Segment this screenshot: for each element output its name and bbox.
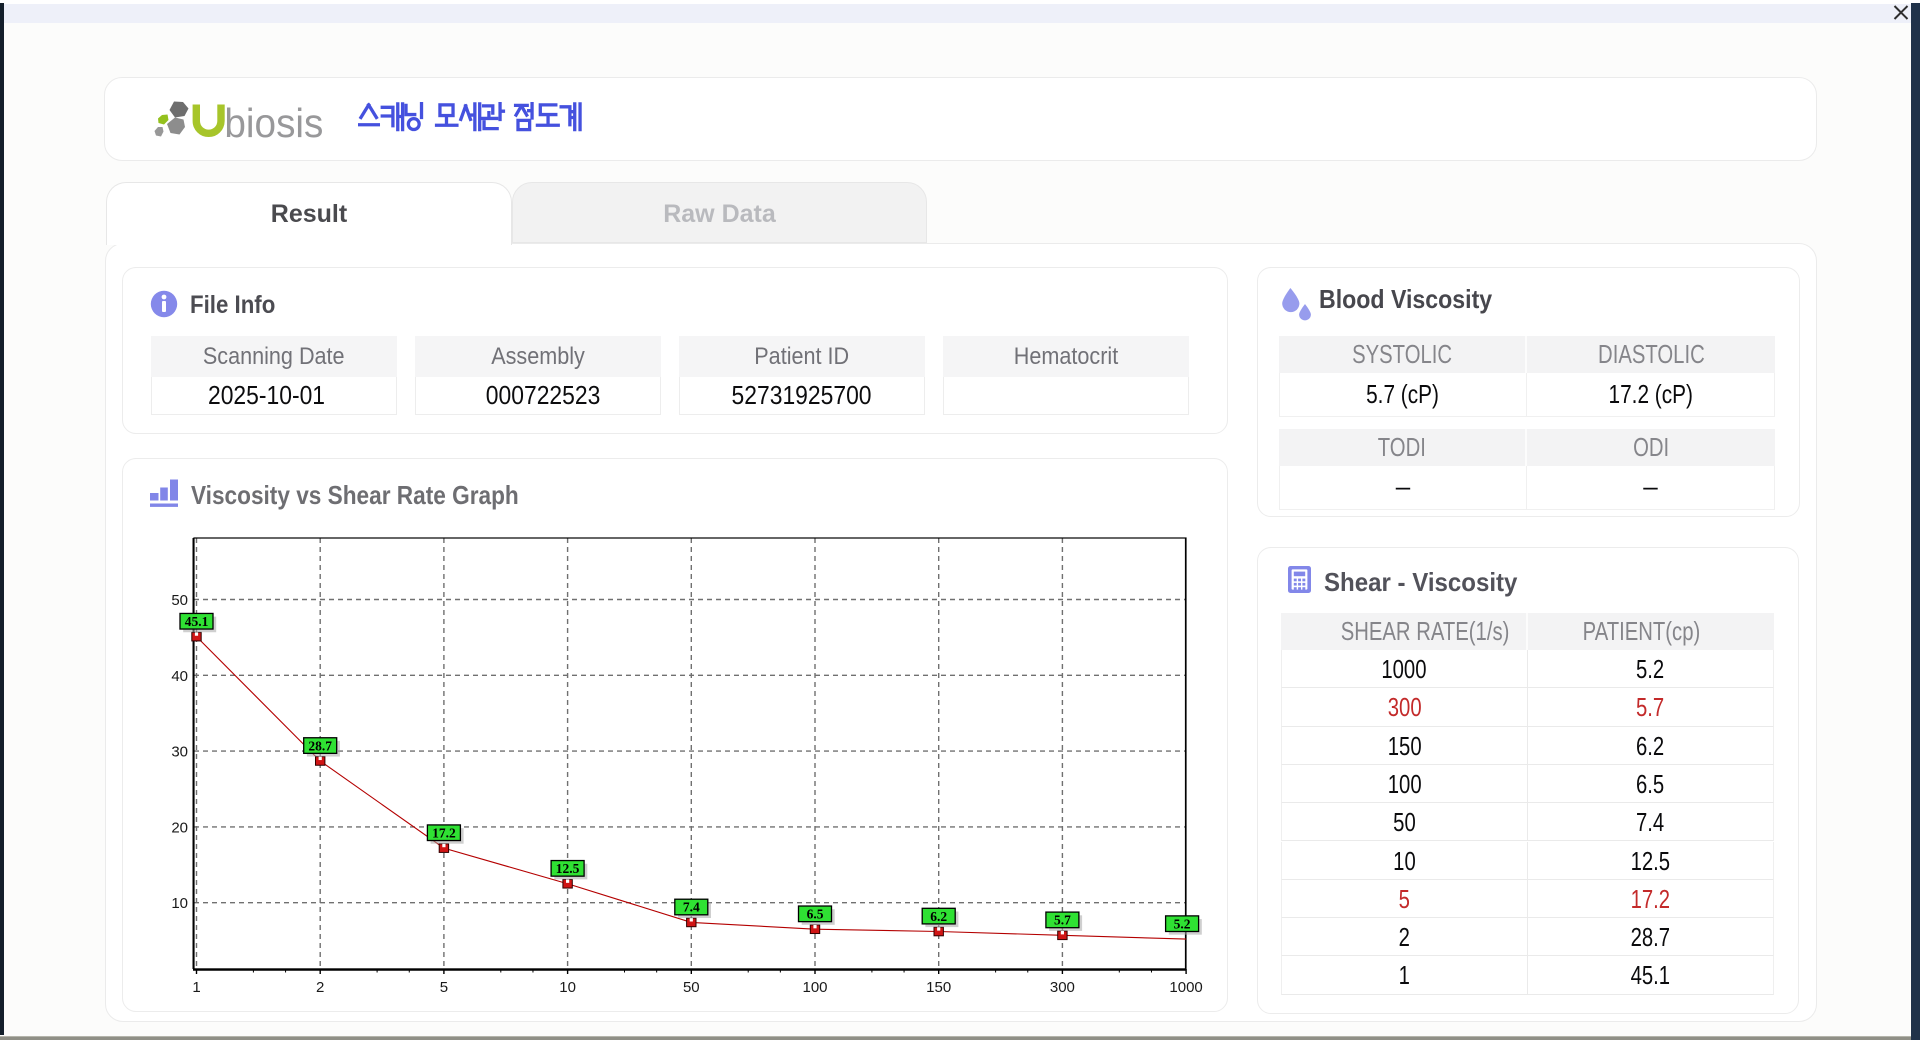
svg-text:6.5: 6.5 [807,907,824,922]
svg-text:5: 5 [440,979,448,996]
svg-text:300: 300 [1050,979,1075,996]
svg-text:5.2: 5.2 [1174,916,1191,931]
svg-text:1000: 1000 [1169,979,1202,996]
svg-text:6.2: 6.2 [930,909,947,924]
svg-text:45.1: 45.1 [185,614,209,629]
svg-text:5.7: 5.7 [1054,913,1071,928]
svg-text:50: 50 [171,592,188,609]
svg-text:12.5: 12.5 [556,861,580,876]
svg-text:biosis: biosis [224,100,323,144]
svg-text:50: 50 [683,979,700,996]
svg-text:100: 100 [802,979,827,996]
svg-text:40: 40 [171,668,188,685]
svg-text:17.2: 17.2 [432,825,456,840]
svg-text:1: 1 [192,979,200,996]
svg-text:7.4: 7.4 [683,900,700,915]
svg-text:10: 10 [171,895,188,912]
svg-text:10: 10 [559,979,576,996]
svg-text:30: 30 [171,744,188,761]
svg-text:150: 150 [926,979,951,996]
svg-text:20: 20 [171,819,188,836]
svg-text:2: 2 [316,979,324,996]
svg-text:28.7: 28.7 [308,738,332,753]
